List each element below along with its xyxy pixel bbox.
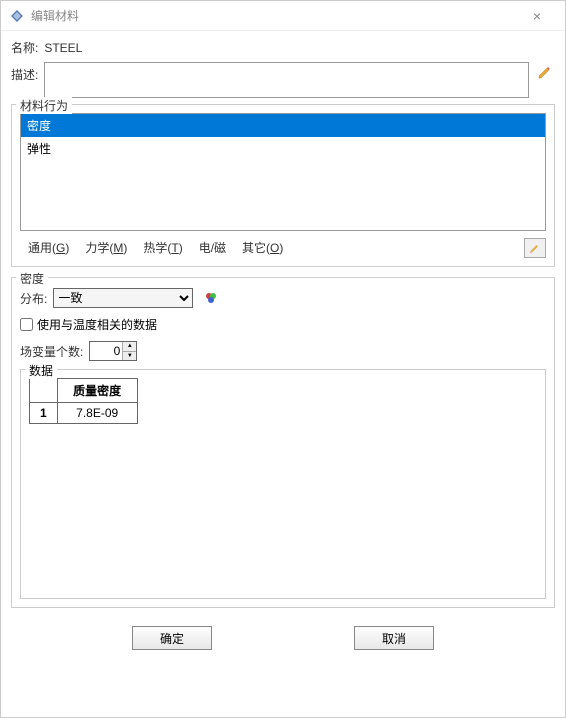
distribution-row: 分布: 一致 [20,288,546,308]
edit-description-button[interactable] [535,62,555,82]
menu-electrical[interactable]: 电/磁 [191,237,234,258]
description-input[interactable] [44,62,529,98]
menu-general[interactable]: 通用(G) [20,237,77,258]
cancel-button[interactable]: 取消 [354,626,434,650]
data-fieldset: 数据 质量密度 1 7.8E-09 [20,369,546,599]
dialog-buttons: 确定 取消 [1,616,565,660]
description-label: 描述: [11,62,38,83]
ok-button[interactable]: 确定 [132,626,212,650]
field-vars-spinner[interactable]: ▲ ▼ [89,341,137,361]
titlebar: 编辑材料 × [1,1,565,31]
delete-behavior-button[interactable] [524,238,546,258]
name-value: STEEL [44,41,82,55]
row-index: 1 [30,403,58,424]
app-icon [9,8,25,24]
table-corner [30,379,58,403]
close-button[interactable]: × [517,2,557,30]
distribution-select[interactable]: 一致 [53,288,193,308]
field-vars-label: 场变量个数: [20,343,83,360]
data-legend: 数据 [25,362,57,379]
density-section: 密度 分布: 一致 使用与温度相关的数据 场变量个数: ▲ ▼ [11,277,555,608]
description-row: 描述: [11,62,555,98]
spinner-up-button[interactable]: ▲ [123,342,136,352]
menu-other[interactable]: 其它(O) [234,237,291,258]
behavior-fieldset: 材料行为 密度 弹性 通用(G) 力学(M) 热学(T) 电/磁 其它(O) [11,104,555,267]
behavior-menu: 通用(G) 力学(M) 热学(T) 电/磁 其它(O) [20,237,546,258]
menu-thermal[interactable]: 热学(T) [135,237,190,258]
distribution-label: 分布: [20,290,47,307]
color-icon[interactable] [203,290,219,306]
window-title: 编辑材料 [31,7,517,24]
temp-dependent-label: 使用与温度相关的数据 [37,316,157,333]
data-table[interactable]: 质量密度 1 7.8E-09 [29,378,138,424]
temp-dependent-checkbox[interactable] [20,318,33,331]
spinner-down-button[interactable]: ▼ [123,352,136,361]
field-vars-input[interactable] [90,342,122,360]
behavior-legend: 材料行为 [16,97,72,114]
menu-mechanical[interactable]: 力学(M) [77,237,135,258]
name-row: 名称: STEEL [11,39,555,56]
field-vars-row: 场变量个数: ▲ ▼ [20,341,546,361]
table-header-mass-density: 质量密度 [57,379,137,403]
table-header-row: 质量密度 [30,379,138,403]
behavior-list[interactable]: 密度 弹性 [20,113,546,231]
density-legend: 密度 [16,270,48,287]
table-row[interactable]: 1 7.8E-09 [30,403,138,424]
behavior-item-density[interactable]: 密度 [21,114,545,137]
name-label: 名称: [11,39,38,56]
mass-density-cell[interactable]: 7.8E-09 [57,403,137,424]
behavior-item-elastic[interactable]: 弹性 [21,137,545,160]
temp-dependent-row: 使用与温度相关的数据 [20,316,546,333]
